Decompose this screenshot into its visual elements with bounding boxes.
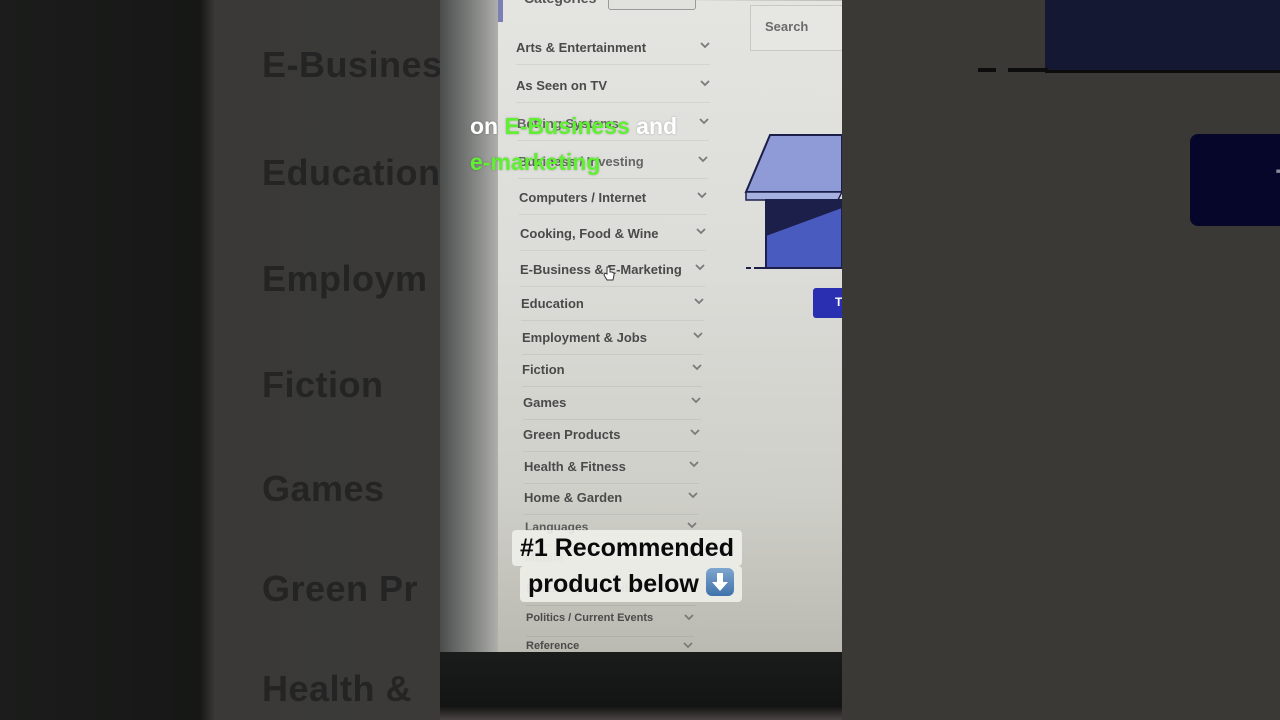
hand-pointer-cursor-icon xyxy=(603,266,615,281)
bg-button-label: T xyxy=(1276,164,1280,198)
chevron-down-icon[interactable] xyxy=(691,396,701,406)
blurred-background-right: T xyxy=(842,0,1280,720)
category-item[interactable]: Employment & Jobs xyxy=(522,324,703,355)
chevron-down-icon[interactable] xyxy=(684,613,694,623)
category-label: Politics / Current Events xyxy=(526,612,654,624)
chevron-down-icon[interactable] xyxy=(696,227,706,237)
bg-category-text: Fiction xyxy=(262,364,384,405)
category-label: E-Business & E-Marketing xyxy=(520,262,682,277)
chevron-down-icon[interactable] xyxy=(700,79,710,89)
bg-category-text: Education xyxy=(262,152,440,193)
category-item[interactable]: Fiction xyxy=(522,356,702,387)
caption-top: on E-Business and e-marketing xyxy=(470,108,842,180)
category-item[interactable]: Arts & Entertainment xyxy=(516,34,710,65)
chevron-down-icon[interactable] xyxy=(689,460,699,470)
caption-text: and xyxy=(629,113,678,139)
monitor-bezel xyxy=(440,652,842,720)
blurred-background-left: E-Business Education Employm Fiction Gam… xyxy=(0,0,440,720)
category-label: Computers / Internet xyxy=(519,190,647,205)
category-item[interactable]: Health & Fitness xyxy=(524,453,699,484)
illustration-roof-edge xyxy=(745,191,842,201)
category-item[interactable]: As Seen on TV xyxy=(516,72,710,103)
category-item[interactable]: Computers / Internet xyxy=(519,184,707,215)
category-label: Cooking, Food & Wine xyxy=(520,226,659,241)
category-item[interactable]: Politics / Current Events xyxy=(526,606,694,637)
caption-highlight: e-marketing xyxy=(470,149,601,175)
category-item[interactable]: Home & Garden xyxy=(524,484,698,515)
bg-category-text: Games xyxy=(262,468,385,509)
caption-line: #1 Recommended xyxy=(512,530,742,566)
bg-category-text: Green Pr xyxy=(262,568,419,609)
caption-line-2: product below xyxy=(520,566,742,602)
chevron-down-icon[interactable] xyxy=(695,263,705,273)
category-label: Health & Fitness xyxy=(524,459,626,474)
chevron-down-icon[interactable] xyxy=(694,297,704,307)
caption-line-text: product below xyxy=(528,570,699,598)
category-label: Games xyxy=(523,395,567,410)
category-label: Reference xyxy=(526,640,580,652)
category-item[interactable]: Games xyxy=(523,389,701,420)
category-label: Education xyxy=(521,296,584,311)
down-arrow-icon xyxy=(705,568,734,596)
category-item[interactable]: Green Products xyxy=(523,421,700,452)
category-label: As Seen on TV xyxy=(516,78,608,93)
chevron-down-icon[interactable] xyxy=(688,491,698,501)
chevron-down-icon[interactable] xyxy=(692,363,702,373)
chevron-down-icon[interactable] xyxy=(690,428,700,438)
caption-highlight: E-Business xyxy=(504,113,630,139)
bg-category-text: Employm xyxy=(262,258,428,299)
chevron-down-icon[interactable] xyxy=(697,191,707,201)
chevron-down-icon[interactable] xyxy=(700,41,710,51)
video-frame: Categories Search Arts & Entertainment A… xyxy=(440,0,842,720)
caption-text: on xyxy=(470,113,505,139)
caption-bottom: #1 Recommended product below xyxy=(512,530,742,602)
category-label: Fiction xyxy=(522,362,565,377)
bg-dash xyxy=(1008,68,1048,72)
bg-dash xyxy=(978,68,996,72)
category-item[interactable]: Education xyxy=(521,290,704,321)
category-label: Home & Garden xyxy=(524,490,623,505)
bg-category-text: E-Business xyxy=(262,44,440,85)
category-item[interactable]: Cooking, Food & Wine xyxy=(520,220,706,251)
category-label: Employment & Jobs xyxy=(522,330,647,345)
primary-button-partial[interactable]: T xyxy=(813,288,842,318)
bg-category-text: Health & xyxy=(262,668,413,709)
category-label: Green Products xyxy=(523,427,621,442)
category-label: Arts & Entertainment xyxy=(516,40,647,55)
primary-button-label: T xyxy=(835,295,842,309)
chevron-down-icon[interactable] xyxy=(683,641,693,651)
bg-illustration-shape xyxy=(1045,0,1280,73)
bg-button: T xyxy=(1190,134,1280,226)
chevron-down-icon[interactable] xyxy=(693,331,703,341)
